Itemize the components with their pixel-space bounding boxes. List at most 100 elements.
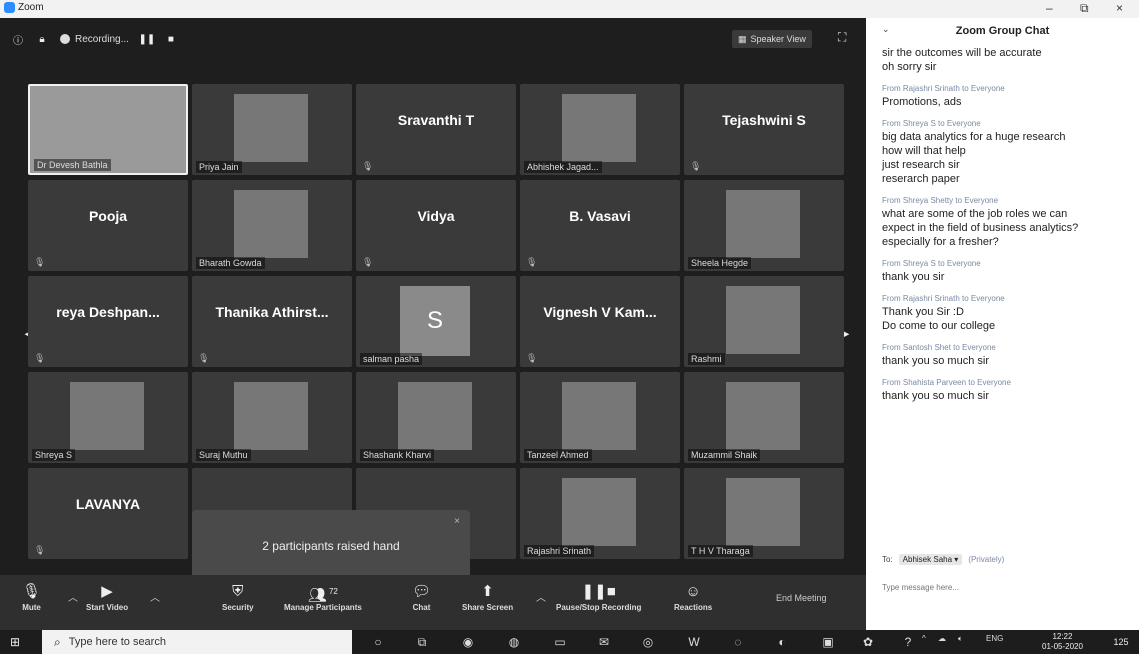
chat-recipient-row: To: Abhisek Saha ▾ (Privately)	[882, 554, 1004, 565]
share-options-chevron-icon[interactable]: ︿	[536, 589, 546, 604]
participant-tile[interactable]: Dr Devesh Bathla	[28, 84, 188, 175]
tray-chevron-icon[interactable]: ^	[922, 634, 926, 643]
pause-stop-recording-button[interactable]: ❚❚■ Pause/Stop Recording	[556, 581, 641, 612]
participant-tile[interactable]: Vignesh V Kam... 🎙︎	[520, 276, 680, 367]
network-icon[interactable]: ☁	[938, 634, 946, 643]
participant-tile[interactable]: Rashmi	[684, 276, 844, 367]
participant-tile[interactable]: Rajashri Srinath	[520, 468, 680, 559]
pause-stop-recording-label: Pause/Stop Recording	[556, 603, 642, 612]
participant-tile[interactable]: Shashank Kharvi	[356, 372, 516, 463]
participant-tile[interactable]: Suraj Muthu	[192, 372, 352, 463]
manage-participants-button[interactable]: 👥︎ 72 Manage Participants	[284, 581, 362, 612]
participant-video	[562, 382, 636, 450]
message-sender: From Shahista Parveen to Everyone	[882, 378, 1011, 387]
mail-icon[interactable]: ✉	[596, 634, 612, 650]
participant-name-label: salman pasha	[360, 353, 423, 365]
participant-tile[interactable]: Sheela Hegde	[684, 180, 844, 271]
help-icon[interactable]: ?	[900, 634, 916, 650]
to-label: To:	[882, 555, 893, 564]
close-icon[interactable]: ×	[454, 516, 460, 527]
message-text: expect in the field of business analytic…	[882, 222, 1079, 234]
participant-tile[interactable]: Shreya S	[28, 372, 188, 463]
participant-name: Vidya	[417, 208, 455, 224]
recipient-dropdown[interactable]: Abhisek Saha ▾	[898, 554, 963, 565]
speaker-view-button[interactable]: ▦ Speaker View	[732, 30, 812, 48]
participant-tile[interactable]: Priya Jain	[192, 84, 352, 175]
search-icon: ⌕	[54, 634, 61, 649]
privately-label: (Privately)	[968, 555, 1005, 564]
chrome-icon[interactable]: ◎	[640, 634, 656, 650]
participant-video	[70, 382, 144, 450]
lock-icon[interactable]: 🔒︎	[36, 33, 48, 45]
participant-tile[interactable]: Muzammil Shaik	[684, 372, 844, 463]
task-view-icon[interactable]: ⧉	[414, 634, 430, 650]
chat-icon: 💬︎	[412, 583, 432, 600]
browser-icon[interactable]: ◉	[460, 634, 476, 650]
participant-tile[interactable]: reya Deshpan... 🎙︎	[28, 276, 188, 367]
folder-icon[interactable]: ▭	[552, 634, 568, 650]
message-text: Do come to our college	[882, 320, 996, 332]
participant-tile[interactable]: LAVANYA 🎙︎	[28, 468, 188, 559]
message-text: especially for a fresher?	[882, 236, 999, 248]
share-screen-icon: ⬆︎	[481, 583, 494, 600]
message-text: what are some of the job roles we can	[882, 208, 1068, 220]
pause-recording-icon[interactable]: ❚❚	[139, 33, 156, 45]
participant-tile[interactable]: Abhishek Jagad...	[520, 84, 680, 175]
participant-tile[interactable]: Bharath Gowda	[192, 180, 352, 271]
share-screen-button[interactable]: ⬆︎ Share Screen	[462, 581, 513, 612]
speaker-view-label: Speaker View	[750, 34, 806, 44]
cortana-icon[interactable]: ○	[370, 634, 386, 650]
reactions-button[interactable]: ☺︎ Reactions	[674, 581, 712, 612]
participant-tile[interactable]: Tejashwini S 🎙︎	[684, 84, 844, 175]
participant-name-label: T H V Tharaga	[688, 545, 753, 557]
participant-video	[234, 382, 308, 450]
participant-name-label: Bharath Gowda	[196, 257, 265, 269]
minimize-button[interactable]: –	[1046, 1, 1053, 15]
stop-recording-icon[interactable]: ■	[165, 33, 177, 45]
chat-message-input[interactable]	[882, 580, 1122, 594]
participant-tile[interactable]: Ssalman pasha	[356, 276, 516, 367]
start-video-button[interactable]: ▶︎ Start Video	[86, 581, 128, 612]
clock[interactable]: 12:22 01-05-2020	[1042, 632, 1083, 652]
chat-button[interactable]: 💬︎ Chat	[412, 581, 431, 612]
message-sender: From Rajashri Srinath to Everyone	[882, 84, 1005, 93]
participant-tile[interactable]: Vidya 🎙︎	[356, 180, 516, 271]
restore-button[interactable]: ⧉	[1080, 1, 1089, 16]
participant-tile[interactable]: Sravanthi T 🎙︎	[356, 84, 516, 175]
participant-name-label: Shreya S	[32, 449, 76, 461]
zoom-taskbar-icon[interactable]: ▣	[820, 634, 836, 650]
audio-options-chevron-icon[interactable]: ︿	[68, 589, 78, 604]
volume-icon[interactable]: 🔈︎	[958, 634, 963, 644]
raised-hand-toast[interactable]: 2 participants raised hand ×	[192, 510, 470, 582]
participant-name: Sravanthi T	[397, 112, 475, 128]
message-text: reserarch paper	[882, 173, 960, 185]
message-text: oh sorry sir	[882, 61, 937, 73]
app-icon[interactable]: ◍	[506, 634, 522, 650]
app-icon[interactable]: ◐	[774, 634, 790, 650]
windows-start-icon[interactable]: ⊞	[10, 635, 20, 649]
security-button[interactable]: ⛨ Security	[222, 581, 254, 612]
participant-name: Thanika Athirst...	[215, 304, 329, 320]
participant-tile[interactable]: Pooja 🎙︎	[28, 180, 188, 271]
video-options-chevron-icon[interactable]: ︿	[150, 589, 160, 604]
security-label: Security	[222, 603, 254, 612]
end-meeting-button[interactable]: End Meeting	[776, 593, 827, 603]
app-title: Zoom	[4, 2, 44, 13]
language-indicator[interactable]: ENG	[986, 634, 1003, 643]
taskbar-search[interactable]: ⌕ Type here to search	[42, 630, 352, 654]
app-icon[interactable]: ◌	[730, 634, 746, 650]
chat-title: Zoom Group Chat	[955, 25, 1050, 37]
participant-tile[interactable]: T H V Tharaga	[684, 468, 844, 559]
app-icon[interactable]: ✿	[860, 634, 876, 650]
notification-icon[interactable]: 125	[1110, 632, 1132, 652]
participant-video	[726, 286, 800, 354]
close-button[interactable]: ×	[1116, 1, 1123, 15]
word-icon[interactable]: W	[686, 634, 702, 650]
participant-tile[interactable]: Thanika Athirst... 🎙︎	[192, 276, 352, 367]
mute-button[interactable]: 🎙︎ Mute	[22, 581, 41, 612]
participant-tile[interactable]: B. Vasavi 🎙︎	[520, 180, 680, 271]
message-text: thank you so much sir	[882, 355, 989, 367]
fullscreen-icon[interactable]: ⛶	[838, 30, 854, 46]
participant-tile[interactable]: Tanzeel Ahmed	[520, 372, 680, 463]
info-icon[interactable]: ⓘ	[12, 33, 24, 47]
